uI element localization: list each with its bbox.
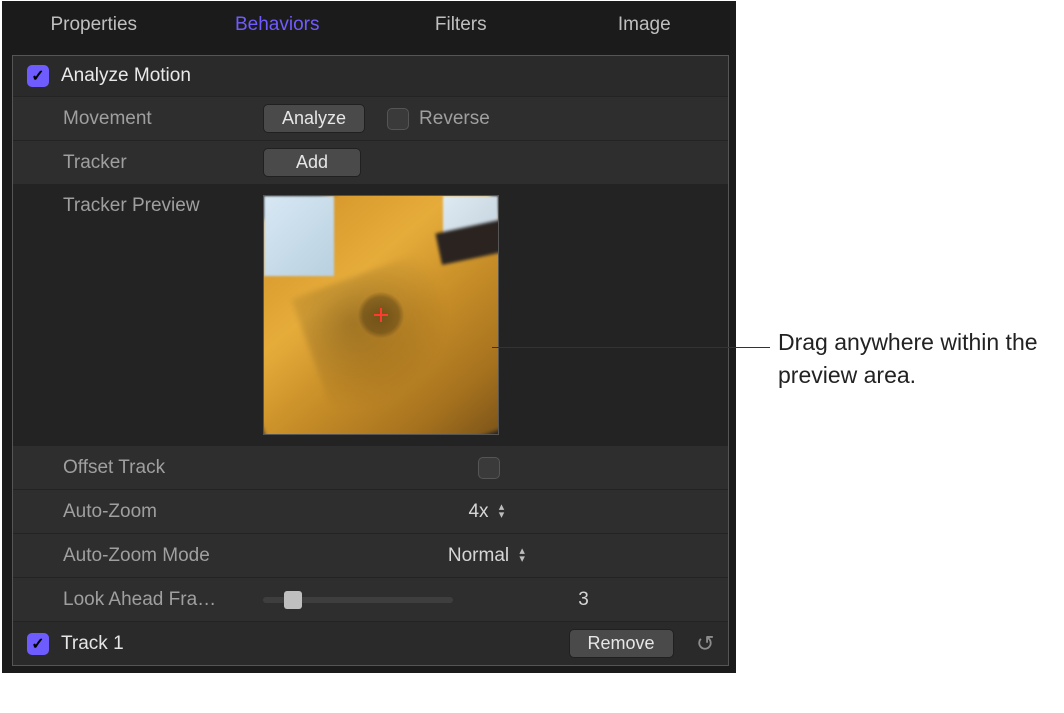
row-look-ahead: Look Ahead Fra… 3 [13,577,728,621]
auto-zoom-popup[interactable]: 4x ▴▾ [263,501,714,523]
tracker-preview-label: Tracker Preview [63,195,263,217]
tab-bar: Properties Behaviors Filters Image [2,1,736,48]
stepper-icon: ▴▾ [495,504,509,520]
movement-label: Movement [63,108,263,130]
tracker-preview-area[interactable] [263,195,499,435]
add-tracker-button[interactable]: Add [263,148,361,177]
analyze-motion-checkbox[interactable] [27,65,49,87]
look-ahead-value[interactable]: 3 [578,589,589,611]
offset-track-checkbox[interactable] [478,457,500,479]
auto-zoom-mode-value: Normal [448,545,509,567]
slider-thumb[interactable] [284,591,302,609]
tab-image[interactable]: Image [553,1,737,48]
callout-line [492,347,770,348]
tracker-crosshair-icon [358,292,404,338]
analyze-button[interactable]: Analyze [263,104,365,133]
remove-track-button[interactable]: Remove [569,629,674,658]
row-movement: Movement Analyze Reverse [13,96,728,140]
offset-track-label: Offset Track [63,457,263,479]
reverse-checkbox[interactable] [387,108,409,130]
section-title: Analyze Motion [61,65,191,87]
tracker-label: Tracker [63,152,263,174]
track-label: Track 1 [61,633,124,655]
inspector-body: Analyze Motion Movement Analyze Reverse … [12,55,729,666]
row-auto-zoom: Auto-Zoom 4x ▴▾ [13,489,728,533]
row-auto-zoom-mode: Auto-Zoom Mode Normal ▴▾ [13,533,728,577]
tab-behaviors[interactable]: Behaviors [186,1,370,48]
tab-filters[interactable]: Filters [369,1,553,48]
row-tracker-preview: Tracker Preview [13,184,728,445]
row-tracker: Tracker Add [13,140,728,184]
stepper-icon: ▴▾ [515,548,529,564]
auto-zoom-mode-popup[interactable]: Normal ▴▾ [263,545,714,567]
reset-icon[interactable]: ↻ [696,631,714,657]
track-enable-checkbox[interactable] [27,633,49,655]
look-ahead-slider[interactable] [263,597,453,603]
reverse-label: Reverse [419,108,490,130]
auto-zoom-mode-label: Auto-Zoom Mode [63,545,263,567]
auto-zoom-value: 4x [468,501,488,523]
section-header: Analyze Motion [13,56,728,96]
tab-properties[interactable]: Properties [2,1,186,48]
inspector-panel: Properties Behaviors Filters Image Analy… [2,1,736,673]
callout-text: Drag anywhere within the preview area. [778,326,1058,393]
row-offset-track: Offset Track [13,445,728,489]
row-track: Track 1 Remove ↻ [13,621,728,665]
look-ahead-label: Look Ahead Fra… [63,589,263,611]
auto-zoom-label: Auto-Zoom [63,501,263,523]
